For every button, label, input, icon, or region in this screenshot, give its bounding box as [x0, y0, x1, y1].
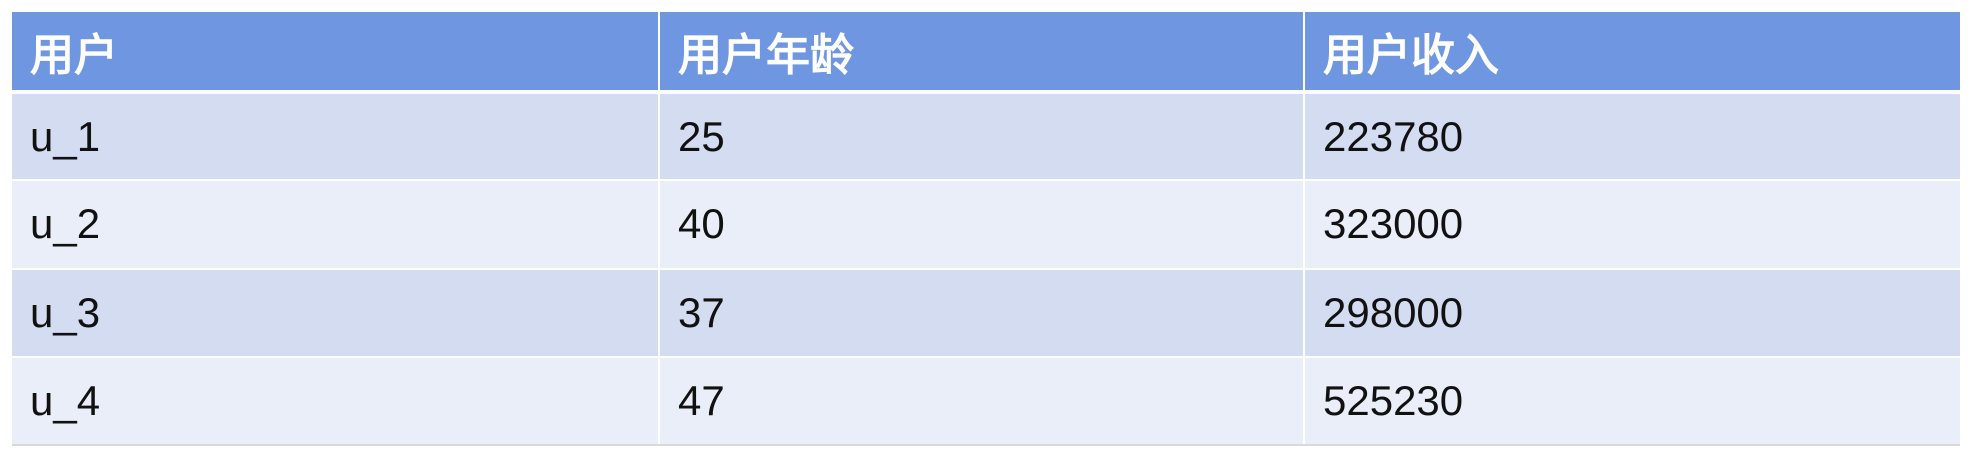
user-income-table: 用户 用户年龄 用户收入 u_1 25 223780 u_2 40 323000… [12, 12, 1960, 447]
cell-income: 525230 [1304, 356, 1960, 447]
header-cell-user-income: 用户收入 [1304, 12, 1960, 94]
table-body: u_1 25 223780 u_2 40 323000 u_3 37 29800… [12, 92, 1960, 447]
cell-user: u_3 [12, 268, 660, 358]
cell-age: 25 [659, 92, 1305, 182]
header-row: 用户 用户年龄 用户收入 [12, 12, 1960, 94]
table-row: u_4 47 525230 [12, 356, 1960, 447]
cell-age: 47 [659, 356, 1305, 447]
cell-age: 40 [659, 180, 1305, 270]
header-cell-user: 用户 [12, 12, 660, 94]
cell-age: 37 [659, 268, 1305, 358]
table-row: u_2 40 323000 [12, 180, 1960, 270]
header-cell-user-age: 用户年龄 [659, 12, 1305, 94]
cell-income: 298000 [1304, 268, 1960, 358]
cell-user: u_2 [12, 180, 660, 270]
cell-income: 223780 [1304, 92, 1960, 182]
cell-user: u_4 [12, 356, 660, 447]
cell-income: 323000 [1304, 180, 1960, 270]
cell-user: u_1 [12, 92, 660, 182]
data-table-container: 用户 用户年龄 用户收入 u_1 25 223780 u_2 40 323000… [12, 12, 1960, 447]
table-header: 用户 用户年龄 用户收入 [12, 12, 1960, 94]
table-row: u_3 37 298000 [12, 268, 1960, 358]
table-row: u_1 25 223780 [12, 92, 1960, 182]
